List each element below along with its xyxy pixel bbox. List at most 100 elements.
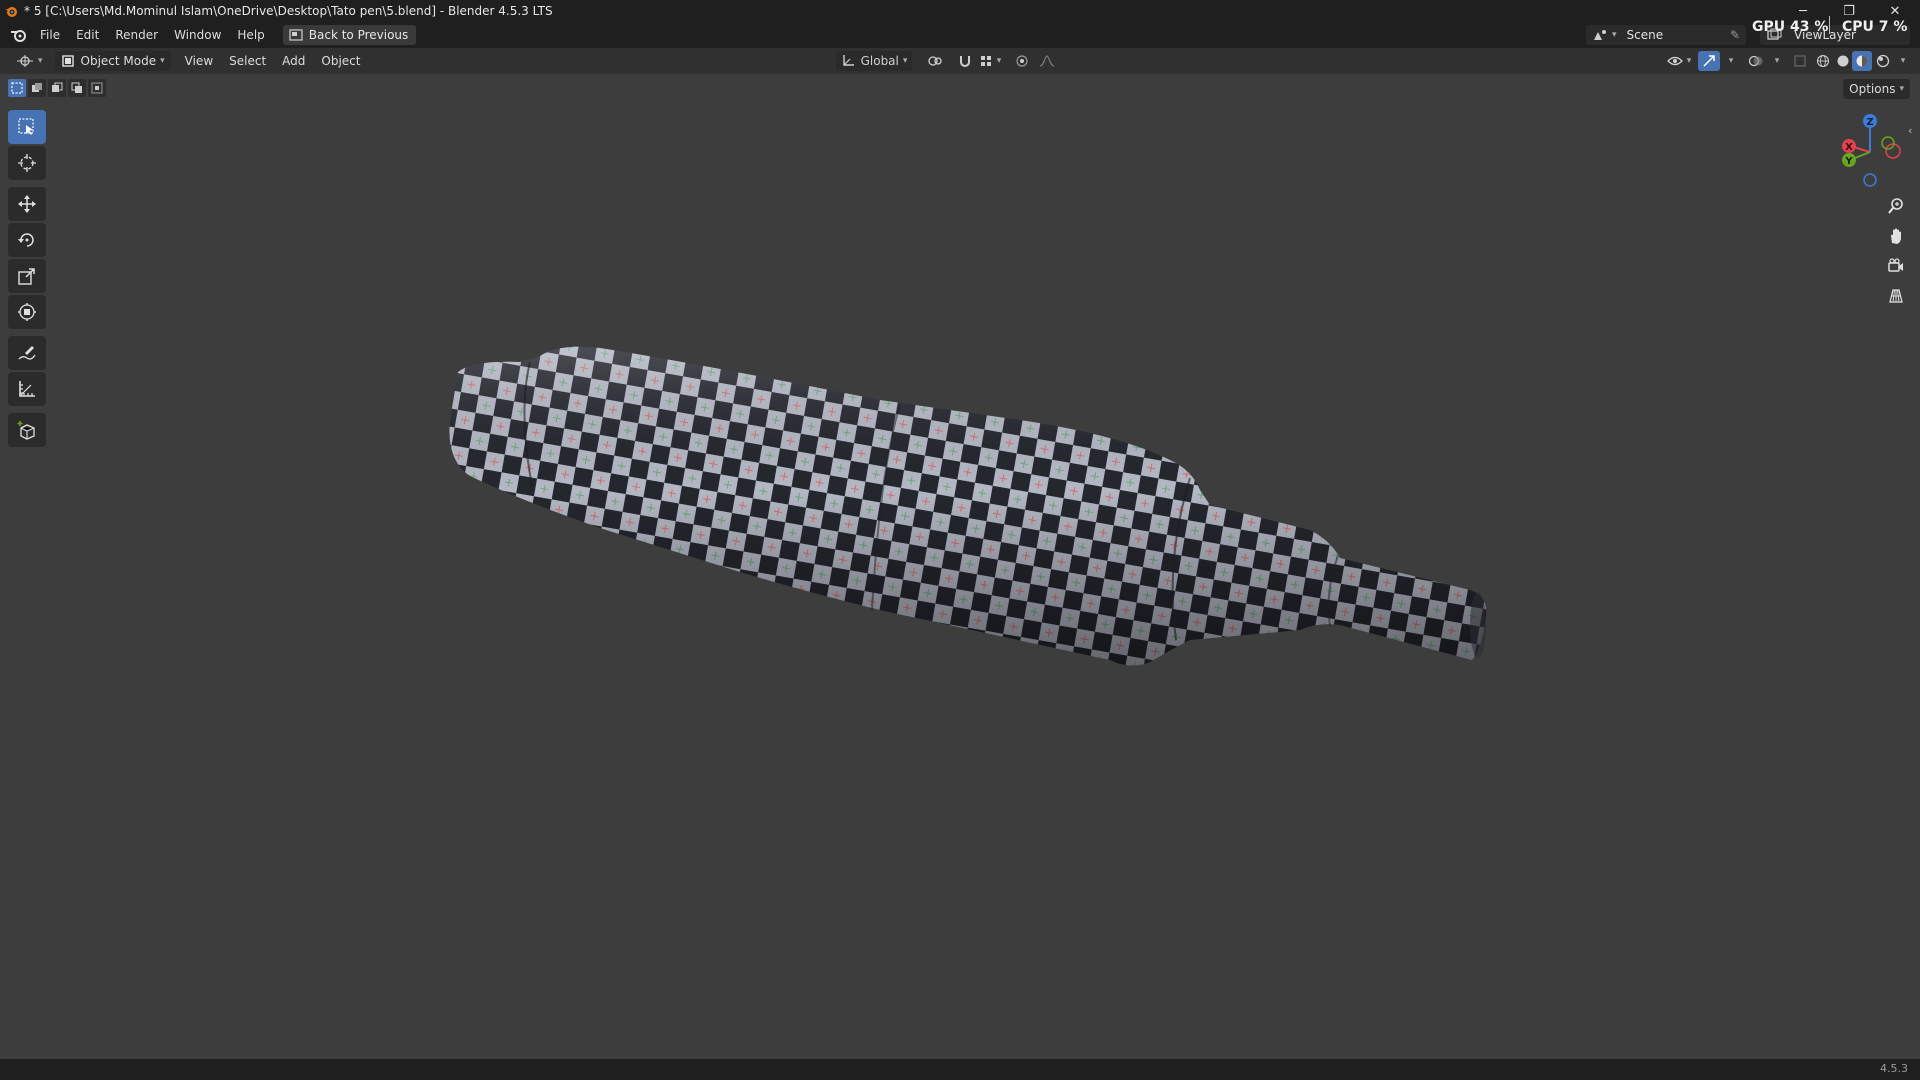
select-invert-icon (71, 82, 82, 93)
shading-material-preview-button[interactable] (1852, 51, 1872, 71)
transform-tool[interactable] (8, 295, 46, 329)
scale-icon (18, 268, 35, 285)
snap-chevron-icon: ▾ (996, 56, 1002, 66)
gizmo-neg-z[interactable] (1863, 173, 1877, 187)
proportional-edit-icon (1016, 55, 1028, 67)
add-menu[interactable]: Add (274, 50, 313, 72)
rotate-tool[interactable] (8, 223, 46, 257)
select-intersect-icon (91, 82, 103, 94)
options-dropdown[interactable]: Options ▾ (1843, 79, 1910, 99)
transform-icon (18, 303, 36, 321)
select-intersect-button[interactable] (88, 79, 106, 97)
proportional-falloff-dropdown[interactable] (1034, 51, 1060, 71)
shading-rendered-button[interactable] (1874, 51, 1892, 71)
options-label: Options (1849, 82, 1896, 96)
select-new-icon (11, 82, 23, 94)
pen-body[interactable] (449, 346, 1487, 666)
add-cube-icon (17, 421, 35, 440)
editor-type-chevron-icon: ▾ (38, 56, 43, 66)
navigation-gizmo[interactable]: Z X Y (1836, 108, 1908, 192)
menu-edit[interactable]: Edit (68, 24, 107, 46)
pin-icon[interactable]: ✎ (1730, 28, 1740, 42)
window-titlebar: * 5 [C:\Users\Md.Mominul Islam\OneDrive\… (0, 0, 1920, 22)
window-title: * 5 [C:\Users\Md.Mominul Islam\OneDrive\… (24, 4, 553, 18)
gizmo-toggle[interactable] (1698, 51, 1720, 71)
gizmo-chevron-icon: ▾ (1728, 56, 1734, 66)
perf-divider (1829, 16, 1830, 34)
gizmo-y-label: Y (1844, 156, 1853, 167)
measure-ruler-icon (19, 381, 35, 397)
overlays-icon (1748, 55, 1763, 67)
xray-icon (1794, 55, 1806, 67)
snap-target-dropdown[interactable]: ▾ (976, 51, 1004, 71)
overlays-toggle[interactable] (1744, 51, 1768, 71)
select-subtract-button[interactable] (48, 79, 66, 97)
move-arrows-icon (18, 195, 36, 213)
zoom-button[interactable] (1882, 192, 1910, 220)
select-subtract-icon (52, 82, 63, 92)
scene-name: Scene (1626, 28, 1664, 42)
overlays-dropdown[interactable]: ▾ (1768, 51, 1782, 71)
proportional-edit-toggle[interactable] (1012, 51, 1032, 71)
blender-menu-icon[interactable] (10, 28, 26, 42)
menu-render[interactable]: Render (107, 24, 166, 46)
cursor-tool[interactable] (8, 146, 46, 180)
3d-viewport[interactable] (0, 74, 1920, 1059)
xray-toggle[interactable] (1790, 51, 1810, 71)
pivot-icon (928, 56, 942, 66)
shading-chevron-icon: ▾ (1900, 56, 1906, 66)
menu-window[interactable]: Window (166, 24, 229, 46)
object-mode-chevron-icon: ▾ (160, 56, 165, 66)
object-mode-dropdown[interactable]: Object Mode ▾ (54, 51, 171, 71)
tool-shelf (8, 110, 46, 449)
scale-tool[interactable] (8, 259, 46, 293)
falloff-curve-icon (1039, 55, 1055, 67)
select-box-icon (18, 118, 34, 135)
solid-sphere-icon (1837, 55, 1849, 67)
cpu-usage: CPU 7 % (1842, 19, 1908, 35)
shading-dropdown[interactable]: ▾ (1894, 51, 1908, 71)
shading-solid-button[interactable] (1834, 51, 1852, 71)
scene-icon (1594, 30, 1606, 40)
menu-file[interactable]: File (32, 24, 68, 46)
transform-orientation-dropdown[interactable]: Global ▾ (836, 51, 912, 71)
scene-selector[interactable]: ▾ Scene ✎ (1586, 25, 1746, 45)
shading-wireframe-button[interactable] (1814, 51, 1832, 71)
gizmo-dropdown[interactable]: ▾ (1722, 51, 1736, 71)
select-box-tool[interactable] (8, 110, 46, 144)
gizmo-z-label: Z (1866, 117, 1873, 128)
visibility-chevron-icon: ▾ (1686, 56, 1692, 66)
material-sphere-icon (1856, 55, 1868, 67)
view-menu[interactable]: View (177, 50, 221, 72)
object-menu[interactable]: Object (313, 50, 368, 72)
snap-toggle[interactable] (956, 51, 974, 71)
pivot-point-button[interactable] (922, 51, 948, 71)
select-extend-button[interactable] (28, 79, 46, 97)
rendered-sphere-icon (1876, 54, 1890, 68)
select-invert-button[interactable] (68, 79, 86, 97)
orientation-chevron-icon: ▾ (902, 56, 908, 66)
perspective-toggle-button[interactable] (1882, 282, 1910, 310)
magnet-icon (960, 56, 970, 67)
camera-view-button[interactable] (1882, 252, 1910, 280)
gpu-usage: GPU 43 % (1752, 19, 1829, 35)
annotate-tool[interactable] (8, 336, 46, 370)
add-cube-tool[interactable] (8, 413, 46, 447)
select-set-new-button[interactable] (8, 79, 26, 97)
fullscreen-back-icon (289, 29, 303, 41)
version-label: 4.5.3 (1880, 1062, 1908, 1075)
pan-button[interactable] (1882, 222, 1910, 250)
gizmo-icon (1703, 55, 1715, 67)
editor-type-selector[interactable]: ▾ (10, 51, 49, 71)
scene-dropdown-chevron-icon: ▾ (1612, 30, 1617, 40)
sidebar-toggle-icon[interactable]: ‹ (1908, 124, 1912, 137)
back-to-previous-button[interactable]: Back to Previous (282, 25, 417, 45)
pen-mesh-render[interactable] (0, 74, 1920, 1059)
visibility-dropdown[interactable]: ▾ (1664, 51, 1694, 71)
select-menu[interactable]: Select (221, 50, 274, 72)
menu-help[interactable]: Help (229, 24, 272, 46)
overlays-chevron-icon: ▾ (1774, 56, 1780, 66)
move-tool[interactable] (8, 187, 46, 221)
measure-tool[interactable] (8, 372, 46, 406)
select-extend-icon (32, 83, 42, 92)
